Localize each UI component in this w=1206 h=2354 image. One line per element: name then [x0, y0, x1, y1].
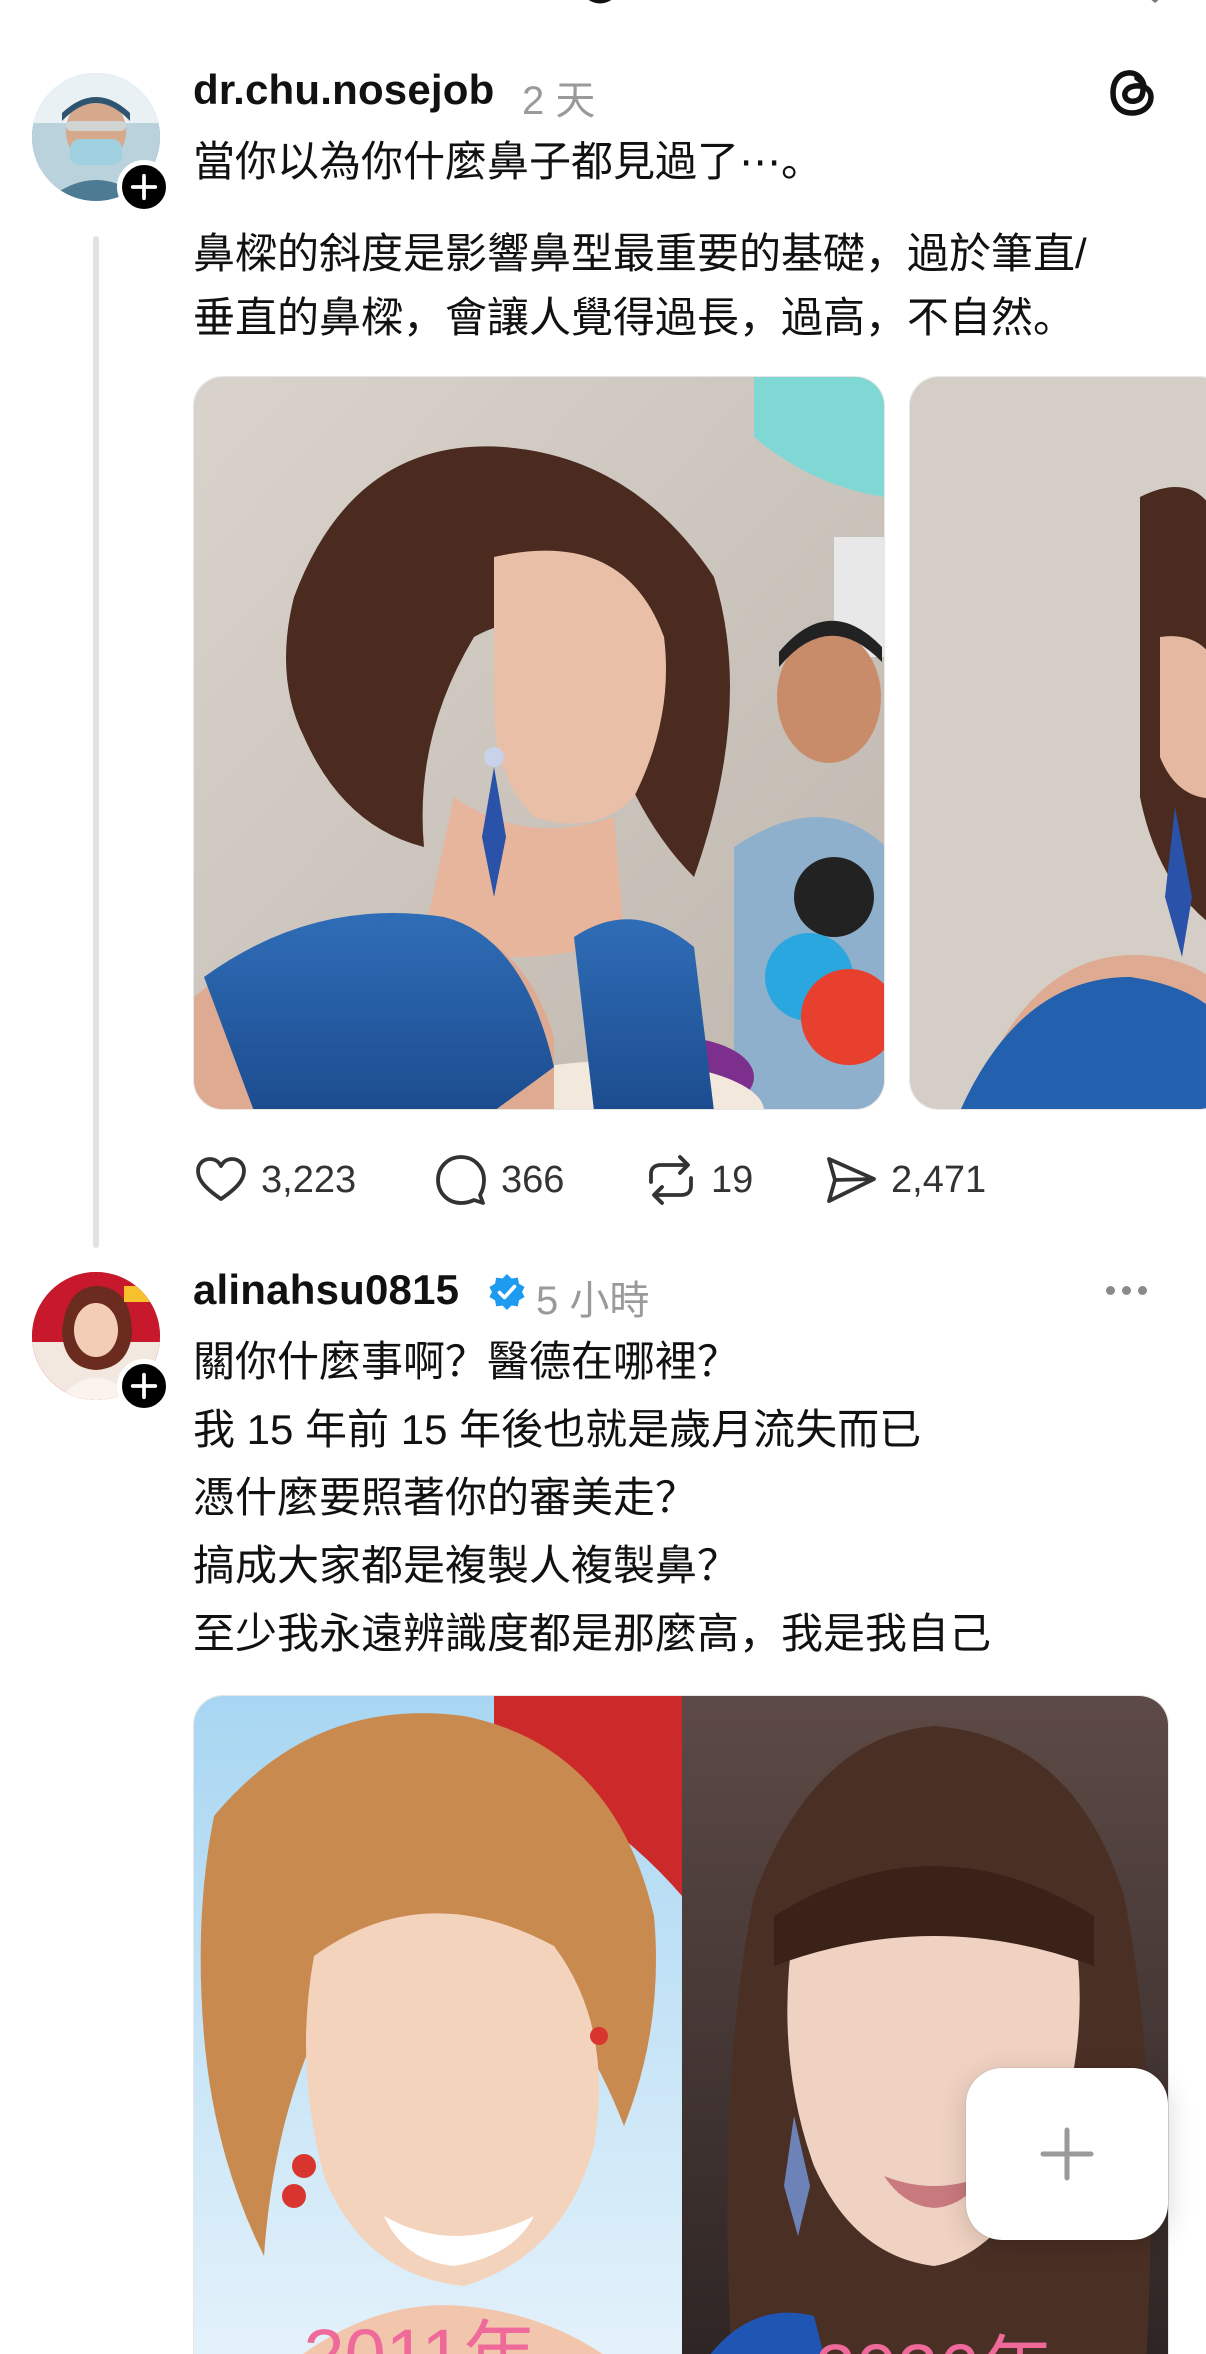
post-text-line: 我 15 年前 15 年後也就是歲月流失而已 [193, 1406, 922, 1453]
more-options-icon[interactable] [1106, 1278, 1166, 1302]
post-text-line: 憑什麼要照著你的審美走？ [193, 1474, 698, 1521]
heart-icon [196, 1157, 246, 1201]
image-caption: 2026年 [815, 2329, 1054, 2354]
share-button[interactable]: 2,471 [823, 1150, 986, 1210]
post-text-line: 垂直的鼻樑，會讓人覺得過長，過高，不自然。 [193, 294, 1076, 341]
like-button[interactable]: 3,223 [193, 1150, 356, 1210]
comment-icon [436, 1155, 486, 1205]
repost-button[interactable]: 19 [643, 1150, 753, 1210]
threads-logo-icon[interactable] [1108, 66, 1158, 120]
post-text-line: 當你以為你什麼鼻子都見過了⋯。 [193, 138, 824, 185]
share-icon [827, 1157, 876, 1203]
threads-top-logo-icon[interactable] [570, 0, 630, 8]
post-text-line: 搞成大家都是複製人複製鼻？ [193, 1542, 740, 1589]
plus-icon [130, 173, 158, 201]
post-text-line: 關你什麼事啊？醫德在哪裡？ [193, 1338, 740, 1385]
post-timestamp: 5 小時 [536, 1279, 650, 1323]
top-right-icon[interactable] [1140, 0, 1170, 4]
post-username[interactable]: dr.chu.nosejob [193, 66, 495, 114]
post-text-line: 至少我永遠辨識度都是那麼高，我是我自己 [193, 1610, 992, 1657]
post-text-line: 鼻樑的斜度是影響鼻型最重要的基礎，過於筆直/ [193, 230, 1087, 277]
repost-count: 19 [711, 1158, 754, 1201]
like-count: 3,223 [261, 1158, 357, 1201]
verified-badge-icon [489, 1274, 525, 1310]
image-caption: 2011年 [303, 2314, 536, 2354]
reply-button[interactable]: 366 [433, 1150, 564, 1210]
thread-line [93, 236, 99, 1248]
post-image[interactable] [193, 376, 885, 1110]
post-username[interactable]: alinahsu0815 [193, 1266, 459, 1314]
threads-feed: dr.chu.nosejob 2 天 當你以為你什麼鼻子都見過了⋯。 鼻樑的斜度… [0, 0, 1206, 2354]
compose-button[interactable] [966, 2068, 1168, 2240]
post-image[interactable] [909, 376, 1206, 1110]
plus-icon [130, 1372, 158, 1400]
repost-icon [649, 1155, 693, 1205]
reply-count: 366 [501, 1158, 565, 1201]
follow-button[interactable] [117, 1359, 171, 1413]
plus-icon [1040, 2127, 1094, 2181]
follow-button[interactable] [117, 160, 171, 214]
share-count: 2,471 [891, 1158, 987, 1201]
post-timestamp: 2 天 [522, 79, 596, 123]
post-image[interactable]: 2011年 2026年 [193, 1695, 1169, 2354]
